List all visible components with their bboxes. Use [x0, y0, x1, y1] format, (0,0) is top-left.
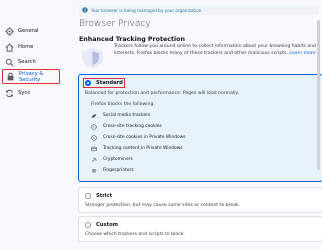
strict-radio-row[interactable]: Strict	[85, 193, 112, 199]
info-icon	[82, 7, 88, 13]
sidebar-item-privacy-security[interactable]: Privacy & Security	[2, 69, 60, 84]
custom-label: Custom	[96, 222, 119, 228]
option-custom[interactable]: Custom Choose which trackers and scripts…	[78, 216, 322, 242]
sidebar-item-general[interactable]: General	[2, 24, 60, 38]
gear-icon	[5, 26, 14, 36]
sidebar-item-label: Home	[18, 44, 34, 50]
shield-icon	[79, 47, 106, 69]
strict-label: Strict	[96, 193, 113, 199]
page-title: Browser Privacy	[79, 19, 151, 29]
option-standard[interactable]: Standard Balanced for protection and per…	[78, 74, 322, 182]
main-content: Your browser is being managed by your or…	[68, 0, 322, 250]
standard-radio[interactable]	[85, 80, 91, 86]
policy-notice-text: Your browser is being managed by your or…	[91, 7, 203, 13]
section-title: Enhanced Tracking Protection	[79, 36, 185, 43]
fingerprint-icon	[91, 168, 97, 174]
social-icon	[91, 113, 97, 119]
standard-description: Balanced for protection and performance.…	[85, 91, 240, 96]
etp-description: Trackers follow you around online to col…	[114, 44, 316, 56]
scrollbar[interactable]	[317, 20, 320, 170]
custom-radio[interactable]	[85, 222, 91, 228]
search-icon	[5, 58, 14, 67]
list-item: Cross-site tracking cookies	[91, 123, 162, 130]
option-strict[interactable]: Strict Stronger protection, but may caus…	[78, 187, 322, 213]
blocks-title: Firefox blocks the following:	[91, 102, 155, 107]
sidebar-item-search[interactable]: Search	[2, 55, 60, 69]
learn-more-link[interactable]: Learn more	[289, 51, 315, 56]
sidebar-item-label: Sync	[18, 90, 31, 96]
sidebar-item-home[interactable]: Home	[2, 40, 60, 54]
custom-radio-row[interactable]: Custom	[85, 222, 118, 228]
list-item: Cross-site cookies in Private Windows	[91, 134, 186, 141]
home-icon	[5, 42, 14, 52]
list-item: Fingerprinters	[91, 167, 134, 174]
lock-icon	[6, 72, 15, 81]
sidebar-item-label: Privacy & Security	[19, 70, 44, 83]
sidebar-item-sync[interactable]: Sync	[2, 86, 60, 100]
cookie-icon	[91, 134, 97, 141]
list-item: Social media trackers	[91, 112, 150, 119]
list-item: Cryptominers	[91, 156, 133, 163]
sync-icon	[5, 89, 14, 98]
sidebar: General Home Search Privacy & Security S…	[0, 0, 64, 250]
strict-description: Stronger protection, but may cause some …	[85, 203, 241, 208]
cryptominer-icon	[91, 157, 97, 163]
strict-radio[interactable]	[85, 193, 91, 199]
sidebar-item-label: Search	[18, 59, 36, 65]
standard-label: Standard	[96, 80, 123, 86]
standard-radio-row[interactable]: Standard	[83, 78, 125, 88]
tracking-icon	[91, 146, 97, 152]
cookie-icon	[91, 123, 97, 130]
policy-notice[interactable]: Your browser is being managed by your or…	[79, 5, 319, 15]
list-item: Tracking content in Private Windows	[91, 145, 183, 152]
custom-description: Choose which trackers and scripts to blo…	[85, 232, 185, 237]
sidebar-item-label: General	[18, 28, 39, 34]
